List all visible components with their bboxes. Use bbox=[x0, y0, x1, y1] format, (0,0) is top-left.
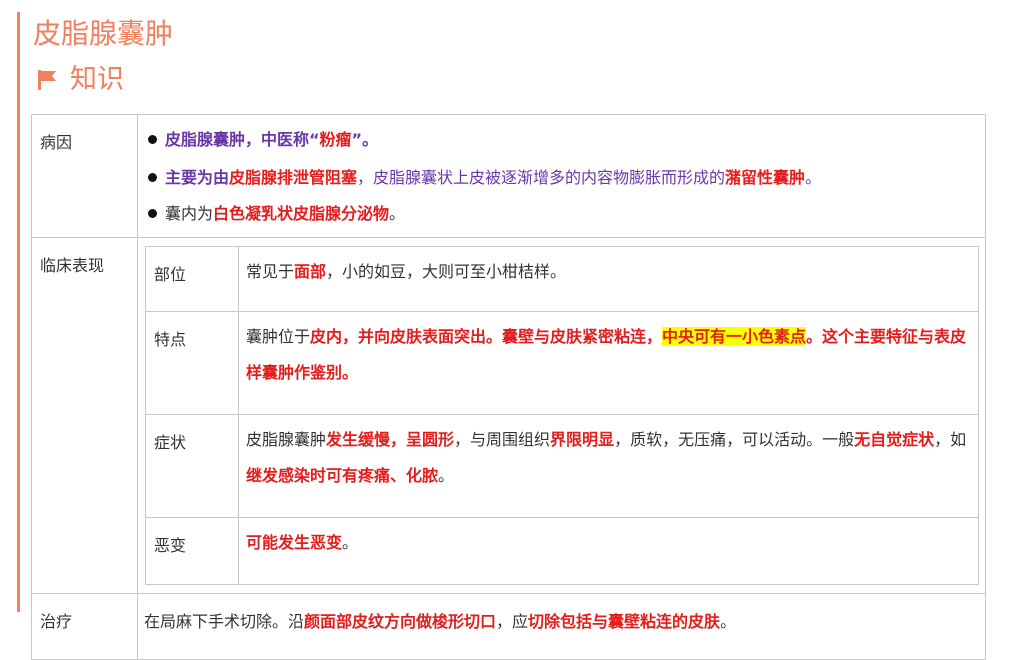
row-label-treatment: 治疗 bbox=[31, 593, 138, 660]
cause-bullet-2: 主要为由皮脂腺排泄管阻塞，皮脂腺囊状上皮被逐渐增多的内容物膨胀而形成的潴留性囊肿… bbox=[144, 149, 979, 187]
clinical-row-site: 部位 常见于面部，小的如豆，大则可至小柑桔样。 bbox=[145, 246, 979, 312]
section-heading-text: 知识 bbox=[70, 64, 124, 95]
clinical-row-feature: 特点 囊肿位于皮内，并向皮肤表面突出。囊壁与皮肤紧密粘连，中央可有一小色素点。这… bbox=[145, 311, 979, 415]
treatment-text: 在局麻下手术切除。沿颜面部皮纹方向做梭形切口，应切除包括与囊壁粘连的皮肤。 bbox=[137, 593, 986, 660]
row-label-cause: 病因 bbox=[31, 114, 138, 238]
section-heading: 知识 bbox=[38, 62, 124, 98]
table-row-clinical: 临床表现 部位 常见于面部，小的如豆，大则可至小柑桔样。 特点 囊肿位于皮内，并… bbox=[31, 237, 986, 594]
cause-bullet-1: 皮脂腺囊肿，中医称“粉瘤”。 bbox=[144, 115, 979, 149]
clinical-content: 部位 常见于面部，小的如豆，大则可至小柑桔样。 特点 囊肿位于皮内，并向皮肤表面… bbox=[137, 237, 986, 594]
cause-content: 皮脂腺囊肿，中医称“粉瘤”。 主要为由皮脂腺排泄管阻塞，皮脂腺囊状上皮被逐渐增多… bbox=[137, 114, 986, 238]
accent-bar bbox=[17, 12, 20, 612]
clinical-row-symptom: 症状 皮脂腺囊肿发生缓慢，呈圆形，与周围组织界限明显，质软，无压痛，可以活动。一… bbox=[145, 414, 979, 518]
clinical-label-malignant: 恶变 bbox=[145, 517, 239, 585]
page-title: 皮脂腺囊肿 bbox=[33, 17, 174, 50]
highlighted-text: 中央可有一小色素点 bbox=[662, 327, 807, 346]
clinical-row-malignant: 恶变 可能发生恶变。 bbox=[145, 517, 979, 585]
bullet-dot bbox=[148, 173, 157, 182]
clinical-text-symptom: 皮脂腺囊肿发生缓慢，呈圆形，与周围组织界限明显，质软，无压痛，可以活动。一般无自… bbox=[238, 414, 979, 518]
clinical-label-symptom: 症状 bbox=[145, 414, 239, 518]
clinical-text-site: 常见于面部，小的如豆，大则可至小柑桔样。 bbox=[238, 246, 979, 312]
clinical-table: 部位 常见于面部，小的如豆，大则可至小柑桔样。 特点 囊肿位于皮内，并向皮肤表面… bbox=[145, 246, 979, 585]
clinical-label-feature: 特点 bbox=[145, 311, 239, 415]
bullet-dot bbox=[148, 209, 157, 218]
clinical-label-site: 部位 bbox=[145, 246, 239, 312]
flag-icon bbox=[38, 70, 56, 90]
table-row-treatment: 治疗 在局麻下手术切除。沿颜面部皮纹方向做梭形切口，应切除包括与囊壁粘连的皮肤。 bbox=[31, 593, 986, 660]
clinical-text-malignant: 可能发生恶变。 bbox=[238, 517, 979, 585]
row-label-clinical: 临床表现 bbox=[31, 237, 138, 594]
bullet-dot bbox=[148, 135, 157, 144]
cause-bullet-3: 囊内为白色凝乳状皮脂腺分泌物。 bbox=[144, 187, 979, 237]
clinical-text-feature: 囊肿位于皮内，并向皮肤表面突出。囊壁与皮肤紧密粘连，中央可有一小色素点。这个主要… bbox=[238, 311, 979, 415]
table-row-cause: 病因 皮脂腺囊肿，中医称“粉瘤”。 主要为由皮脂腺排泄管阻塞，皮脂腺囊状上皮被逐… bbox=[31, 114, 986, 238]
knowledge-table: 病因 皮脂腺囊肿，中医称“粉瘤”。 主要为由皮脂腺排泄管阻塞，皮脂腺囊状上皮被逐… bbox=[31, 114, 986, 660]
